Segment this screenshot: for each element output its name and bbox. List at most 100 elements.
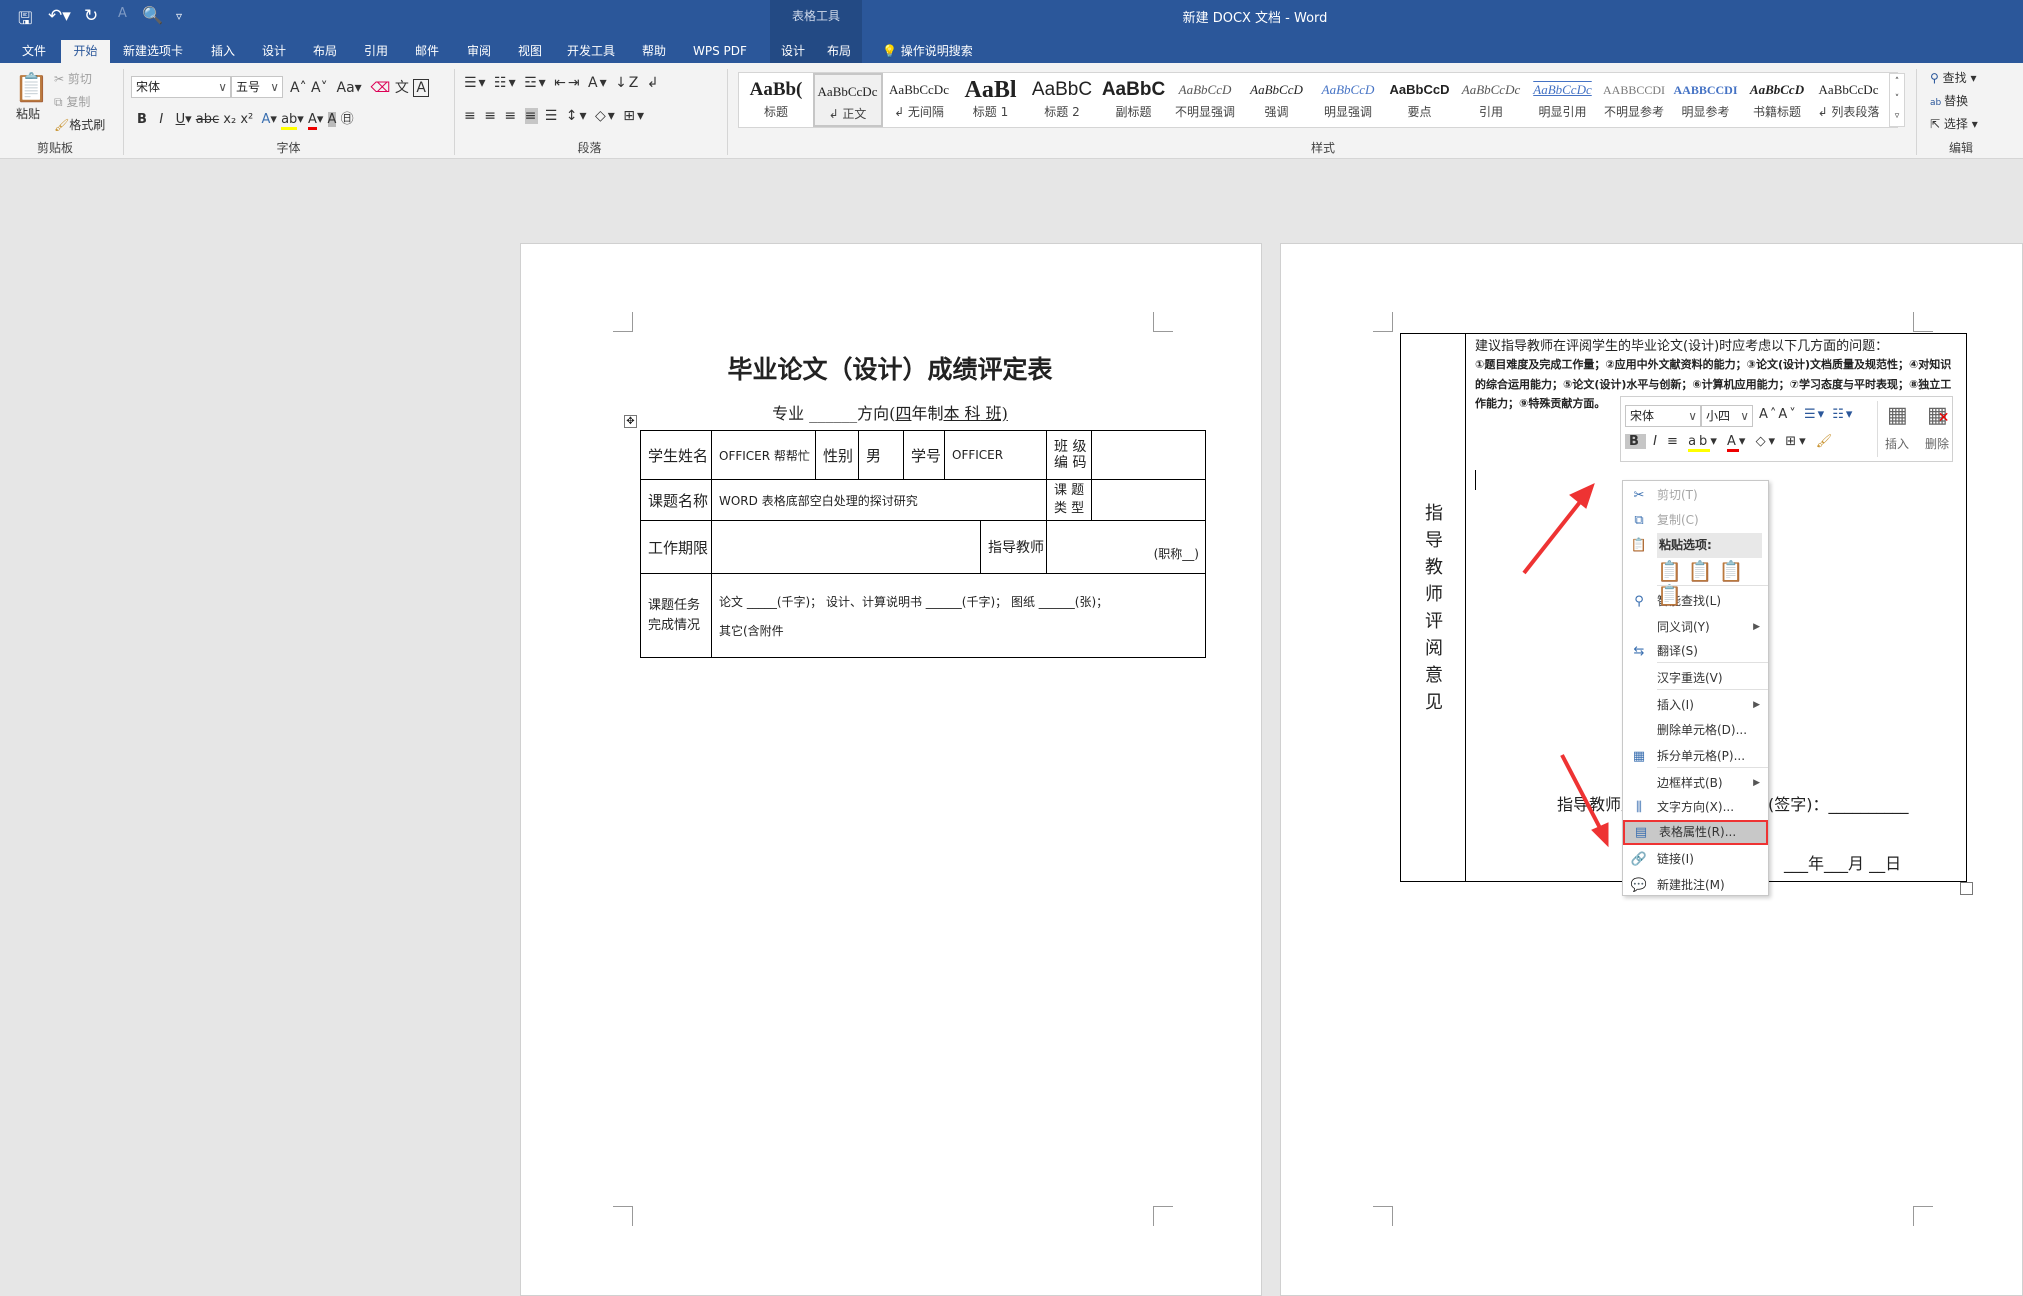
cell-period[interactable] (711, 520, 981, 574)
cell-completion[interactable]: 论文 _____(千字)； 设计、计算说明书 ______(千字)； 图纸 __… (711, 573, 1206, 658)
grow-font-icon: A˄ (290, 80, 307, 96)
tab-wps-pdf[interactable]: WPS PDF (687, 40, 753, 63)
style-3[interactable]: AaBl标题 1 (956, 73, 1026, 127)
style-1[interactable]: AaBbCcDc↲ 正文 (813, 73, 883, 127)
style-2[interactable]: AaBbCcDc↲ 无间隔 (884, 73, 954, 127)
style-0[interactable]: AaBb(标题 (741, 73, 811, 127)
gallery-scroll[interactable]: ˄˅▿ (1889, 73, 1905, 127)
font-size-select[interactable]: 五号∨ (231, 76, 283, 98)
keep-source-formatting-icon[interactable]: 📋 (1657, 559, 1688, 583)
table-move-handle[interactable]: ✥ (624, 415, 637, 428)
numbering-icon: ☷▾ (494, 75, 518, 91)
tab-insert[interactable]: 插入 (205, 40, 241, 63)
style-14[interactable]: AaBbCcD书籍标题 (1742, 73, 1812, 127)
cut-button[interactable]: ✂ 剪切 (54, 70, 92, 87)
print-preview-icon[interactable]: 🔍 (142, 6, 163, 26)
tab-developer[interactable]: 开发工具 (561, 40, 621, 63)
tab-home[interactable]: 开始 (61, 40, 110, 63)
picture-icon[interactable]: 📋 (1719, 559, 1750, 583)
format-painter-button[interactable]: 🖌格式刷 (54, 116, 105, 133)
menu-item-text-direction[interactable]: ⫼文字方向(X)... (1623, 795, 1768, 820)
mini-insert-button[interactable]: 插入 (1885, 435, 1909, 452)
cell-advisor[interactable]: (职称__) (1046, 520, 1206, 574)
paste-button[interactable]: 粘贴 (16, 105, 40, 122)
tab-help[interactable]: 帮助 (636, 40, 672, 63)
menu-item-new-comment[interactable]: 💬新建批注(M) (1623, 873, 1768, 898)
style-4[interactable]: AaBbC标题 2 (1027, 73, 1097, 127)
menu-item-translate[interactable]: ⇆翻译(S) (1623, 639, 1768, 664)
tab-view[interactable]: 视图 (512, 40, 548, 63)
style-5[interactable]: AaBbC副标题 (1099, 73, 1169, 127)
menu-item-scissors[interactable]: ✂剪切(T) (1623, 483, 1768, 508)
style-7[interactable]: AaBbCcD强调 (1242, 73, 1312, 127)
font-tools-row2[interactable]: B I U▾ abc x₂ x² A▾ ab▾ A▾ A ㊐ (137, 108, 354, 127)
delete-table-icon[interactable]: ▦✕ (1927, 403, 1950, 428)
tab-layout[interactable]: 布局 (307, 40, 343, 63)
paragraph-tools-row2[interactable]: ≡ ≡ ≡ ≡ ☰ ↕▾ ◇▾ ⊞▾ (464, 108, 646, 124)
menu-item-table-properties[interactable]: ▤表格属性(R)... (1623, 820, 1768, 845)
asian-layout-icon: A▾ (588, 75, 609, 91)
menu-item-item-6[interactable]: 汉字重选(V) (1623, 666, 1768, 691)
font-name-select[interactable]: 宋体∨ (131, 76, 231, 98)
style-name: ↲ 无间隔 (884, 103, 954, 120)
insert-table-icon[interactable]: ▦ (1887, 403, 1908, 428)
cell-topic[interactable]: WORD 表格底部空白处理的探讨研究 (711, 479, 1047, 521)
font-size-icon[interactable]: A (118, 6, 127, 21)
merge-formatting-icon[interactable]: 📋 (1688, 559, 1719, 583)
tab-mailings[interactable]: 邮件 (409, 40, 445, 63)
mini-delete-button[interactable]: 删除 (1925, 435, 1949, 452)
tab-design[interactable]: 设计 (256, 40, 292, 63)
tab-table-design[interactable]: 设计 (770, 40, 816, 63)
table-resize-handle[interactable] (1960, 882, 1973, 895)
mini-row1[interactable]: A˄A˅ ☰▾ ☷▾ (1759, 407, 1854, 422)
cell-student-id[interactable]: OFFICER (944, 430, 1047, 480)
tab-file[interactable]: 文件 (16, 40, 52, 63)
shrink-font-icon: A˅ (311, 80, 328, 96)
cell-class-code[interactable] (1091, 430, 1206, 480)
tab-references[interactable]: 引用 (358, 40, 394, 63)
strikethrough-icon: abc (196, 112, 219, 127)
cell-label: 班 级 编 码 (1046, 430, 1092, 480)
menu-item-link[interactable]: 🔗链接(I) (1623, 847, 1768, 872)
style-9[interactable]: AaBbCcD要点 (1385, 73, 1455, 127)
tell-me-search[interactable]: 💡 操作说明搜索 (876, 40, 979, 63)
style-8[interactable]: AaBbCcD明显强调 (1313, 73, 1383, 127)
select-button[interactable]: ⇱ 选择 ▾ (1930, 115, 1978, 132)
split-cells-icon: ▦ (1629, 744, 1649, 769)
mini-font-select[interactable]: 宋体∨ (1625, 405, 1701, 427)
cell-topic-type[interactable] (1091, 479, 1206, 521)
menu-item-item-10[interactable]: 边框样式(B)▶ (1623, 771, 1768, 796)
increase-indent-icon: ⇥ (568, 75, 582, 91)
keep-text-only-icon[interactable]: 📋 (1657, 583, 1688, 607)
save-icon[interactable]: 🖫 (18, 6, 32, 35)
paste-icon[interactable]: 📋 (14, 71, 49, 104)
customize-icon[interactable]: ▿ (176, 9, 182, 23)
copy-button[interactable]: ⧉ 复制 (54, 93, 90, 110)
replace-button[interactable]: ab 替换 (1930, 92, 1968, 109)
style-11[interactable]: AaBbCcDc明显引用 (1528, 73, 1598, 127)
undo-icon[interactable]: ↶▾ (48, 6, 71, 26)
char-shading-icon: A (328, 112, 337, 127)
style-13[interactable]: AABBCCDI明显参考 (1671, 73, 1741, 127)
font-tools-row1[interactable]: A˄ A˅ Aa▾ ⌫ 文 A (290, 77, 429, 97)
menu-item-item-7[interactable]: 插入(I)▶ (1623, 693, 1768, 718)
menu-item-split-cells[interactable]: ▦拆分单元格(P)... (1623, 744, 1768, 769)
change-case-icon: Aa▾ (337, 80, 362, 96)
mini-size-select[interactable]: 小四∨ (1701, 405, 1753, 427)
cell-gender[interactable]: 男 (858, 430, 904, 480)
menu-item-copy[interactable]: ⧉复制(C) (1623, 508, 1768, 533)
tab-new-tab[interactable]: 新建选项卡 (117, 40, 189, 63)
cell-student-name[interactable]: OFFICER 帮帮忙 (711, 430, 816, 480)
menu-item-item-8[interactable]: 删除单元格(D)... (1623, 718, 1768, 743)
paragraph-tools-row1[interactable]: ☰▾ ☷▾ ☲▾ ⇤⇥ A▾ ↓Z ↲ (464, 75, 661, 91)
redo-icon[interactable]: ↻ (84, 6, 98, 26)
find-button[interactable]: ⚲ 查找 ▾ (1930, 69, 1976, 86)
tab-review[interactable]: 审阅 (461, 40, 497, 63)
tab-table-layout[interactable]: 布局 (816, 40, 862, 63)
style-6[interactable]: AaBbCcD不明显强调 (1170, 73, 1240, 127)
style-15[interactable]: AaBbCcDc↲ 列表段落 (1814, 73, 1884, 127)
style-12[interactable]: AABBCCDI不明显参考 (1599, 73, 1669, 127)
menu-item-item-4[interactable]: 同义词(Y)▶ (1623, 615, 1768, 640)
mini-row2[interactable]: B I ≡ ab▾ A▾ ◇▾ ⊞▾ 🖌 (1625, 434, 1835, 449)
style-10[interactable]: AaBbCcDc引用 (1456, 73, 1526, 127)
